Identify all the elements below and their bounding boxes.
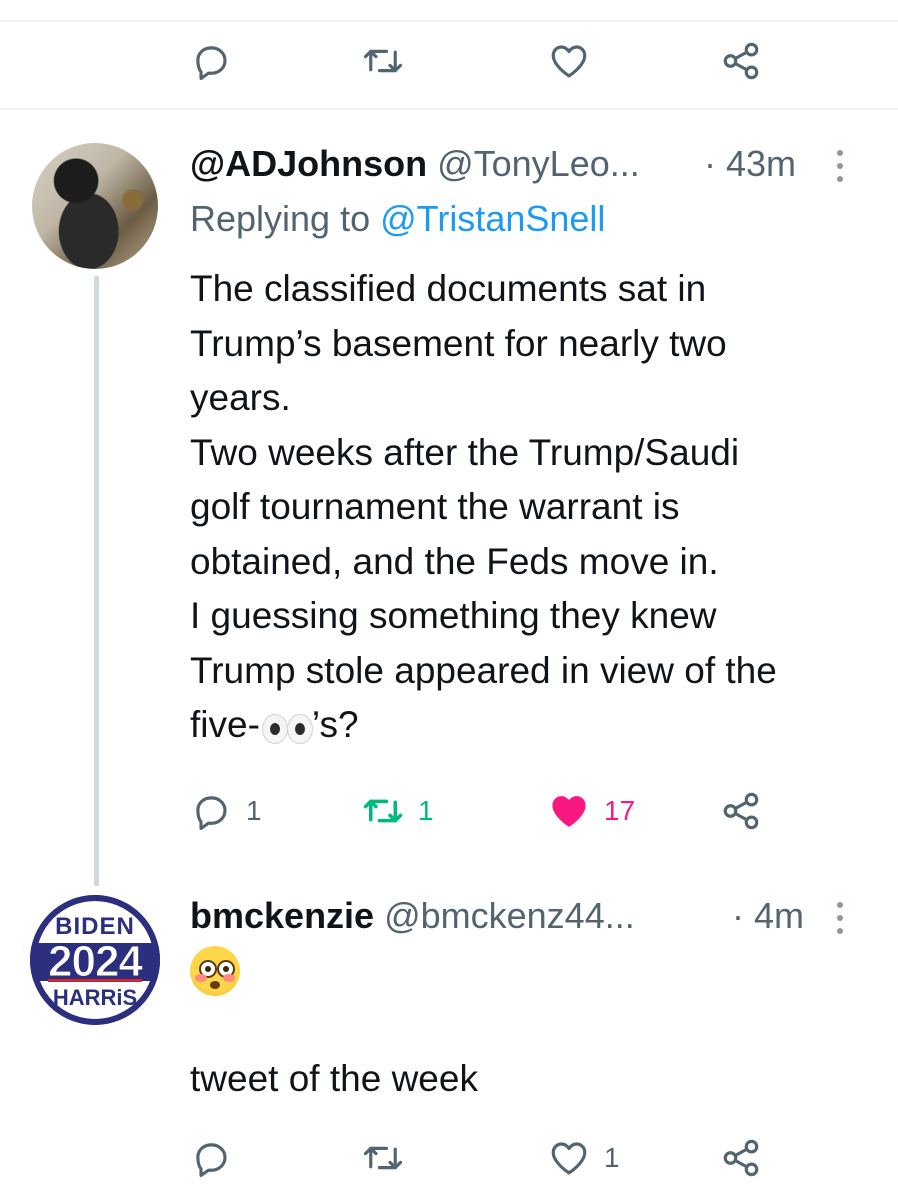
tweet1-reply-button[interactable]: 1 bbox=[190, 790, 262, 832]
tweet-line: years. bbox=[190, 377, 291, 418]
top-divider bbox=[0, 20, 898, 22]
heart-icon bbox=[551, 1142, 587, 1175]
timestamp[interactable]: · 43m bbox=[704, 143, 796, 185]
tweet2-retweet-button[interactable] bbox=[362, 1137, 418, 1179]
display-name[interactable]: bmckenzie bbox=[190, 895, 374, 937]
more-options-icon[interactable] bbox=[833, 148, 847, 184]
more-options-icon[interactable] bbox=[833, 900, 847, 936]
handle[interactable]: @bmckenz44... bbox=[384, 895, 635, 937]
tweet-line: The classified documents sat in bbox=[190, 268, 707, 309]
handle[interactable]: @TonyLeo... bbox=[437, 143, 640, 185]
reply-count: 1 bbox=[246, 795, 262, 826]
tweet1-meta: · 43m bbox=[704, 143, 796, 185]
reply-icon bbox=[196, 796, 227, 831]
tweet-line: Trump’s basement for nearly two bbox=[190, 322, 727, 364]
tweet2-reply-button[interactable] bbox=[190, 1137, 246, 1179]
replying-label: Replying to bbox=[190, 198, 371, 239]
tweet-line-last: five-’s? bbox=[190, 704, 359, 745]
share-icon bbox=[723, 1139, 759, 1177]
thread-connector bbox=[94, 276, 99, 886]
tweet1-like-button[interactable]: 17 bbox=[548, 790, 635, 832]
eyes-emoji-icon bbox=[260, 712, 313, 745]
retweet-count: 1 bbox=[418, 795, 434, 826]
avatar-bmckenzie[interactable]: BIDEN 2024 HARRiS bbox=[30, 895, 160, 1025]
replying-to: Replying to @TristanSnell bbox=[190, 198, 605, 240]
tweet-line: obtained, and the Feds move in. bbox=[190, 540, 719, 582]
replying-to-link[interactable]: @TristanSnell bbox=[380, 198, 605, 239]
timestamp[interactable]: · 4m bbox=[732, 895, 804, 937]
like-count: 1 bbox=[604, 1142, 620, 1173]
tweet1-share-button[interactable] bbox=[720, 790, 762, 832]
tweet2-text: tweet of the week bbox=[190, 1058, 478, 1099]
tweet-divider bbox=[0, 108, 898, 110]
share-icon bbox=[723, 42, 759, 80]
tweet-line: Two weeks after the Trump/Saudi bbox=[190, 431, 740, 473]
heart-icon bbox=[551, 45, 587, 78]
tweet2-meta: · 4m bbox=[732, 895, 804, 937]
display-name[interactable]: @ADJohnson bbox=[190, 143, 427, 185]
avatar-adjohnson[interactable] bbox=[32, 143, 158, 269]
flushed-face-emoji-icon bbox=[190, 946, 240, 996]
heart-filled-icon bbox=[552, 796, 586, 827]
tweet-line: Trump stole appeared in view of the bbox=[190, 649, 777, 691]
reply-icon bbox=[196, 1143, 227, 1178]
tweet1-retweet-button[interactable]: 1 bbox=[362, 790, 434, 832]
reply-button[interactable] bbox=[190, 40, 246, 82]
retweet-icon bbox=[363, 799, 403, 823]
tweet2-share-button[interactable] bbox=[720, 1137, 762, 1179]
reply-icon bbox=[196, 46, 227, 81]
tweet1-text: The classified documents sat in Trump’s … bbox=[190, 262, 880, 753]
tweet2-header: bmckenzie @bmckenz44... bbox=[190, 895, 635, 937]
tweet2-like-button[interactable]: 1 bbox=[548, 1137, 620, 1179]
retweet-icon bbox=[363, 49, 403, 73]
retweet-button[interactable] bbox=[362, 40, 418, 82]
avatar-text-bottom: HARRiS bbox=[52, 985, 138, 1010]
tweet-line: I guessing something they knew bbox=[190, 595, 717, 636]
like-button[interactable] bbox=[548, 40, 604, 82]
tweet-line: golf tournament the warrant is bbox=[190, 486, 680, 527]
tweet1-header: @ADJohnson @TonyLeo... bbox=[190, 143, 640, 185]
like-count: 17 bbox=[604, 795, 636, 826]
share-icon bbox=[723, 792, 759, 830]
retweet-icon bbox=[363, 1146, 403, 1170]
share-button[interactable] bbox=[720, 40, 762, 82]
